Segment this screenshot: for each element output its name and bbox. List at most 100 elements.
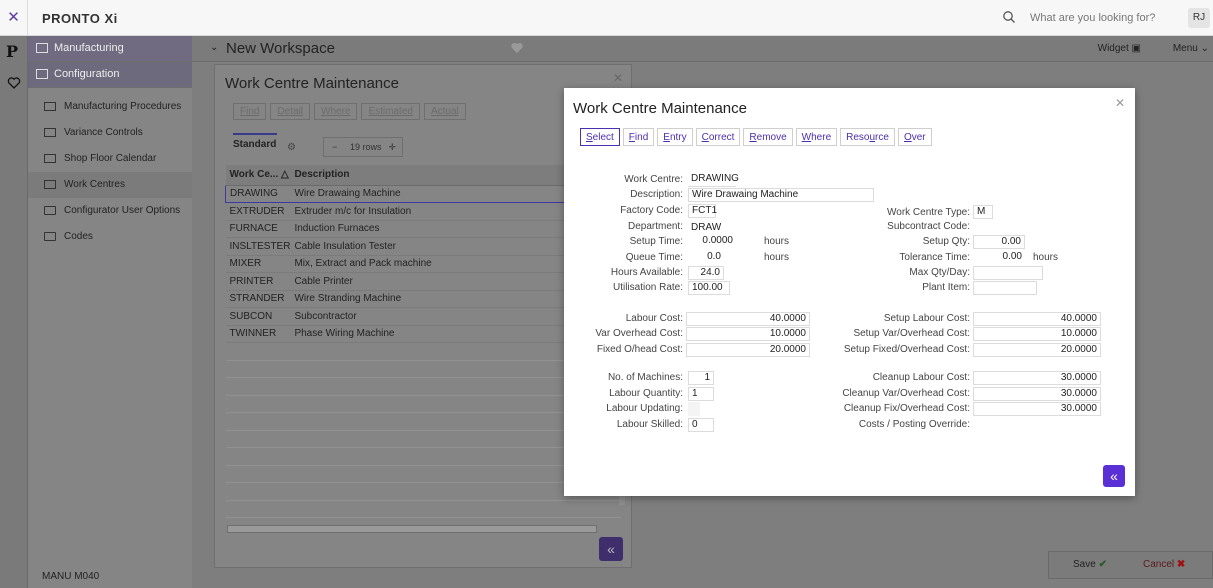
- close-icon[interactable]: ✕: [1115, 96, 1125, 110]
- sidebar-item-label: Codes: [64, 231, 93, 242]
- close-icon[interactable]: ✕: [0, 0, 28, 36]
- over-button[interactable]: Over: [897, 128, 932, 146]
- where-button[interactable]: Where: [314, 103, 358, 120]
- select-button[interactable]: Select: [580, 128, 620, 146]
- max-qty-day-label: Max Qty/Day:: [909, 267, 970, 278]
- sidebar-item-label: Configurator User Options: [64, 205, 181, 216]
- sidebar-section-configuration[interactable]: Configuration: [28, 62, 192, 88]
- fixed-overhead-cost-field[interactable]: 20.0000: [686, 343, 810, 357]
- table-row[interactable]: INSLTESTER Cable Insulation Tester: [225, 237, 621, 256]
- favorites-heart-icon[interactable]: [7, 76, 21, 90]
- rows-stepper[interactable]: − 19 rows ✛: [323, 137, 403, 157]
- plus-icon[interactable]: ✛: [388, 138, 396, 156]
- utilisation-rate-field[interactable]: 100.00: [688, 281, 730, 295]
- setup-time-field[interactable]: 0.0000: [688, 235, 736, 249]
- correct-button[interactable]: Correct: [695, 128, 741, 146]
- work-centre-field[interactable]: DRAWING: [688, 173, 739, 187]
- costs-posting-override-label[interactable]: Costs / Posting Override:: [859, 419, 970, 430]
- table-row[interactable]: PRINTER Cable Printer: [225, 272, 621, 291]
- cross-icon: ✖: [1176, 559, 1186, 570]
- department-label: Department:: [627, 221, 683, 232]
- column-header-work-centre[interactable]: Work Ce... △: [225, 165, 291, 186]
- sidebar-item-manufacturing-procedures[interactable]: Manufacturing Procedures: [28, 94, 192, 120]
- plant-item-field[interactable]: [973, 281, 1037, 295]
- labour-skilled-field[interactable]: 0: [688, 418, 714, 432]
- p-logo-icon[interactable]: P: [6, 42, 18, 61]
- save-button[interactable]: Save ✔: [1073, 559, 1107, 570]
- factory-code-field[interactable]: FCT1: [688, 204, 717, 218]
- setup-var-overhead-field[interactable]: 10.0000: [973, 327, 1101, 341]
- minus-icon[interactable]: −: [332, 138, 337, 156]
- close-icon[interactable]: ✕: [613, 71, 623, 85]
- cleanup-var-overhead-field[interactable]: 30.0000: [973, 387, 1101, 401]
- app-logo: PRONTO Xi: [42, 11, 118, 26]
- sidebar-item-work-centres[interactable]: Work Centres: [28, 172, 192, 198]
- labour-cost-label: Labour Cost:: [625, 313, 683, 324]
- workspace-title[interactable]: New Workspace: [226, 40, 335, 57]
- cancel-button[interactable]: Cancel ✖: [1143, 559, 1185, 570]
- queue-time-field[interactable]: 0.0: [688, 251, 724, 265]
- department-field[interactable]: DRAW: [689, 221, 721, 235]
- entry-button[interactable]: Entry: [657, 128, 693, 146]
- favorite-heart-icon[interactable]: [510, 41, 524, 55]
- sidebar-section-label: Configuration: [54, 68, 120, 80]
- labour-quantity-field[interactable]: 1: [688, 387, 714, 401]
- actual-button[interactable]: Actual: [423, 103, 466, 120]
- setup-qty-field[interactable]: 0.00: [973, 235, 1025, 249]
- fixed-overhead-cost-label: Fixed O/head Cost:: [596, 344, 683, 355]
- window-icon: [44, 180, 56, 189]
- save-label: Save: [1073, 559, 1096, 570]
- horizontal-scrollbar[interactable]: [227, 525, 597, 533]
- setup-labour-cost-field[interactable]: 40.0000: [973, 312, 1101, 326]
- empty-row: [225, 430, 621, 448]
- tab-standard[interactable]: Standard: [233, 133, 277, 150]
- table-row[interactable]: STRANDER Wire Stranding Machine: [225, 290, 621, 308]
- work-centre-type-field[interactable]: M: [973, 205, 993, 219]
- gear-icon[interactable]: ⚙: [287, 142, 296, 153]
- var-overhead-cost-field[interactable]: 10.0000: [686, 327, 810, 341]
- table-row[interactable]: SUBCON Subcontractor: [225, 307, 621, 326]
- work-centre-cell: INSLTESTER: [225, 237, 291, 256]
- cleanup-fix-overhead-field[interactable]: 30.0000: [973, 402, 1101, 416]
- labour-cost-field[interactable]: 40.0000: [686, 312, 810, 326]
- search-icon[interactable]: [1002, 10, 1016, 24]
- description-field[interactable]: Wire Drawaing Machine: [688, 188, 874, 202]
- estimated-button[interactable]: Estimated: [361, 103, 420, 120]
- work-centre-detail-dialog: Work Centre Maintenance ✕ Select Find Entr…: [564, 88, 1135, 496]
- sidebar-item-shop-floor-calendar[interactable]: Shop Floor Calendar: [28, 146, 192, 172]
- hours-available-field[interactable]: 24.0: [688, 266, 724, 280]
- search-input[interactable]: [1030, 9, 1180, 27]
- remove-button[interactable]: Remove: [743, 128, 793, 146]
- max-qty-day-field[interactable]: [973, 266, 1043, 280]
- work-centre-cell: TWINNER: [225, 325, 291, 343]
- chevron-down-icon[interactable]: ⌄: [210, 42, 218, 53]
- widget-button[interactable]: Widget ▣: [1098, 43, 1141, 54]
- find-button[interactable]: Find: [233, 103, 267, 120]
- work-centre-cell: EXTRUDER: [225, 202, 291, 221]
- sidebar-item-codes[interactable]: Codes: [28, 224, 192, 250]
- table-row[interactable]: EXTRUDER Extruder m/c for Insulation: [225, 202, 621, 221]
- tolerance-time-field[interactable]: 0.00: [973, 251, 1025, 265]
- collapse-panel-icon[interactable]: «: [599, 537, 623, 561]
- cleanup-labour-cost-field[interactable]: 30.0000: [973, 371, 1101, 385]
- labour-updating-field[interactable]: [688, 402, 700, 416]
- table-row[interactable]: TWINNER Phase Wiring Machine: [225, 325, 621, 343]
- resource-button[interactable]: Resource: [840, 128, 895, 146]
- sidebar-item-variance-controls[interactable]: Variance Controls: [28, 120, 192, 146]
- sidebar-section-manufacturing[interactable]: Manufacturing: [28, 36, 192, 62]
- collapse-panel-icon[interactable]: «: [1103, 465, 1125, 487]
- detail-button[interactable]: Detail: [270, 103, 311, 120]
- empty-row: [225, 395, 621, 413]
- top-bar: ✕ PRONTO Xi RJ: [0, 0, 1213, 36]
- no-machines-field[interactable]: 1: [688, 371, 714, 385]
- setup-fixed-overhead-field[interactable]: 20.0000: [973, 343, 1101, 357]
- where-button[interactable]: Where: [795, 128, 838, 146]
- avatar[interactable]: RJ: [1188, 8, 1210, 28]
- table-row[interactable]: MIXER Mix, Extract and Pack machine: [225, 255, 621, 273]
- sidebar-item-configurator-user-options[interactable]: Configurator User Options: [28, 198, 192, 224]
- menu-button[interactable]: Menu ⌄: [1173, 43, 1209, 54]
- table-row[interactable]: DRAWING Wire Drawaing Machine: [225, 184, 621, 203]
- find-button[interactable]: Find: [622, 128, 655, 146]
- table-row[interactable]: FURNACE Induction Furnaces: [225, 220, 621, 238]
- subcontract-code-field[interactable]: [974, 221, 976, 235]
